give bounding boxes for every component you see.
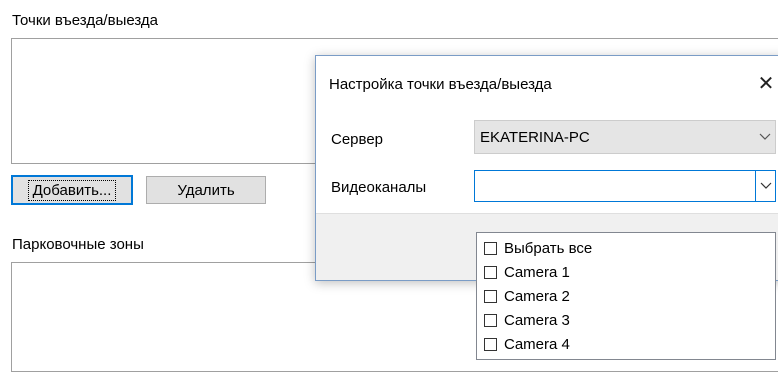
list-item-camera-1[interactable]: Camera 1 bbox=[477, 260, 775, 284]
checkbox[interactable] bbox=[484, 337, 497, 351]
server-label: Сервер bbox=[331, 131, 384, 148]
server-value: EKATERINA-PC bbox=[480, 128, 590, 146]
list-item-label: Camera 3 bbox=[504, 311, 570, 329]
delete-button[interactable]: Удалить bbox=[146, 176, 266, 204]
channels-dropdown: Выбрать все Camera 1 Camera 2 Camera 3 C… bbox=[476, 232, 776, 360]
list-item-camera-4[interactable]: Camera 4 bbox=[477, 332, 775, 356]
channels-select[interactable] bbox=[474, 170, 776, 202]
checkbox[interactable] bbox=[484, 289, 497, 303]
channels-label: Видеоканалы bbox=[331, 179, 427, 196]
list-item-label: Camera 4 bbox=[504, 335, 570, 353]
entry-points-label: Точки въезда/выезда bbox=[12, 12, 159, 29]
delete-button-label: Удалить bbox=[177, 181, 235, 199]
list-item-label: Camera 2 bbox=[504, 287, 570, 305]
chevron-down-icon[interactable] bbox=[755, 171, 775, 201]
list-item-select-all[interactable]: Выбрать все bbox=[477, 236, 775, 260]
server-select[interactable]: EKATERINA-PC bbox=[474, 120, 776, 154]
checkbox[interactable] bbox=[484, 241, 497, 255]
list-item-label: Camera 1 bbox=[504, 263, 570, 281]
list-item-camera-2[interactable]: Camera 2 bbox=[477, 284, 775, 308]
list-item-camera-3[interactable]: Camera 3 bbox=[477, 308, 775, 332]
parking-zones-label: Парковочные зоны bbox=[12, 236, 144, 253]
add-button[interactable]: Добавить... bbox=[11, 175, 133, 205]
checkbox[interactable] bbox=[484, 313, 497, 327]
close-icon[interactable]: ✕ bbox=[752, 69, 778, 97]
checkbox[interactable] bbox=[484, 265, 497, 279]
dialog-title: Настройка точки въезда/выезда bbox=[329, 76, 552, 93]
list-item-label: Выбрать все bbox=[504, 239, 593, 257]
chevron-down-icon bbox=[755, 121, 775, 153]
add-button-label: Добавить... bbox=[27, 179, 117, 201]
